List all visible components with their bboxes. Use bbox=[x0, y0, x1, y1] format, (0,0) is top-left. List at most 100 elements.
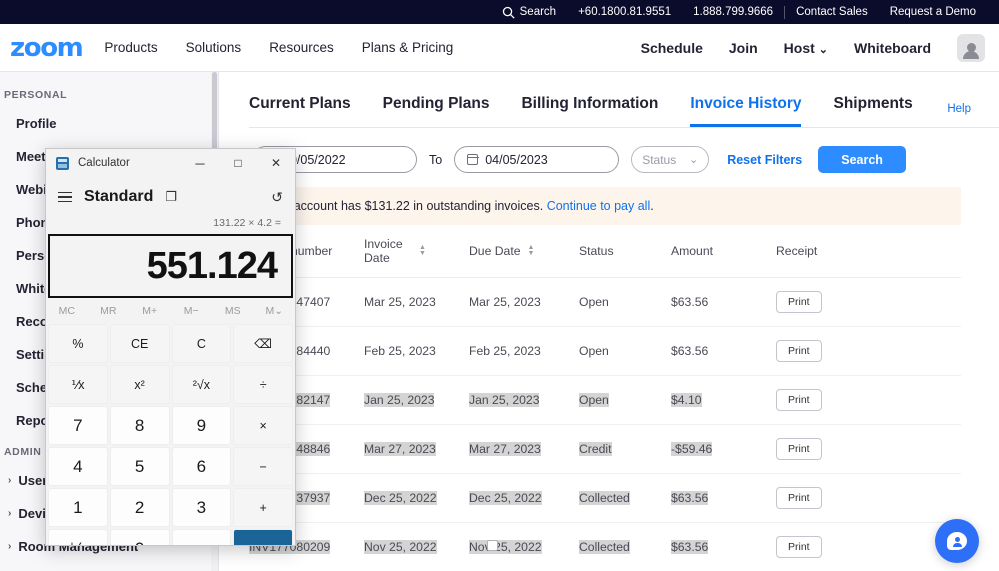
print-button[interactable]: Print bbox=[776, 487, 822, 509]
calculator-memory-m[interactable]: M⌄ bbox=[254, 305, 296, 317]
phone-us-link[interactable]: 1.888.799.9666 bbox=[682, 6, 784, 18]
nav-link-join[interactable]: Join bbox=[729, 40, 758, 56]
invoice-table-head: Invoice number Invoice Date ▲▼ Due Date … bbox=[249, 227, 961, 278]
tab-pending-plans[interactable]: Pending Plans bbox=[383, 95, 490, 127]
calculator-memory-m[interactable]: M− bbox=[171, 305, 213, 317]
tab-billing-information[interactable]: Billing Information bbox=[521, 95, 658, 127]
calculator-memory-mr[interactable]: MR bbox=[88, 305, 130, 317]
calculator-key-sym[interactable]: ⌫ bbox=[233, 324, 293, 363]
th-status: Status bbox=[579, 227, 671, 278]
sort-icon[interactable]: ▲▼ bbox=[528, 245, 535, 257]
chevron-right-icon: › bbox=[8, 508, 11, 519]
status-cell: Open bbox=[579, 327, 671, 376]
calculator-key-CE[interactable]: CE bbox=[110, 324, 170, 363]
print-button[interactable]: Print bbox=[776, 438, 822, 460]
amount-cell: $63.56 bbox=[671, 523, 776, 571]
table-row[interactable]: INV194948846Mar 27, 2023Mar 27, 2023Cred… bbox=[249, 425, 961, 474]
th-amount: Amount bbox=[671, 227, 776, 278]
row-checkbox[interactable] bbox=[487, 540, 498, 551]
table-row[interactable]: INV181337937Dec 25, 2022Dec 25, 2022Coll… bbox=[249, 474, 961, 523]
search-button[interactable]: Search bbox=[818, 146, 906, 173]
nav-link-plans-pricing[interactable]: Plans & Pricing bbox=[362, 40, 454, 55]
calculator-key-6[interactable]: 6 bbox=[172, 447, 232, 486]
th-invoice-date[interactable]: Invoice Date ▲▼ bbox=[364, 227, 469, 278]
avatar[interactable] bbox=[957, 34, 985, 62]
contact-sales-link[interactable]: Contact Sales bbox=[785, 6, 879, 18]
nav-link-whiteboard[interactable]: Whiteboard bbox=[854, 40, 931, 56]
calculator-key-sym[interactable]: × bbox=[233, 406, 293, 445]
nav-link-solutions[interactable]: Solutions bbox=[186, 40, 242, 55]
reset-filters-link[interactable]: Reset Filters bbox=[727, 153, 802, 167]
zoom-logo[interactable]: zoom bbox=[10, 33, 82, 63]
table-row[interactable]: INV194647407Mar 25, 2023Mar 25, 2023Open… bbox=[249, 278, 961, 327]
calculator-memory-ms[interactable]: MS bbox=[212, 305, 254, 317]
date-to-input[interactable]: 04/05/2023 bbox=[454, 146, 619, 173]
table-row[interactable]: INV185782147Jan 25, 2023Jan 25, 2023Open… bbox=[249, 376, 961, 425]
calculator-key-sym[interactable]: ⁺⁄₋ bbox=[48, 529, 108, 546]
calculator-key-0[interactable]: 0 bbox=[110, 529, 170, 546]
chat-support-button[interactable] bbox=[935, 519, 979, 563]
hamburger-menu-icon[interactable] bbox=[58, 192, 72, 203]
minimize-button[interactable]: ─ bbox=[181, 149, 219, 177]
tab-shipments[interactable]: Shipments bbox=[833, 95, 912, 127]
status-filter-dropdown[interactable]: Status ⌄ bbox=[631, 146, 709, 173]
calculator-expression: 131.22 × 4.2 = bbox=[46, 217, 295, 231]
chevron-down-icon: ⌄ bbox=[819, 44, 828, 56]
table-row[interactable]: INV190184440Feb 25, 2023Feb 25, 2023Open… bbox=[249, 327, 961, 376]
calculator-title-bar[interactable]: Calculator ─ □ ✕ bbox=[46, 149, 295, 177]
calculator-key-x[interactable]: x² bbox=[110, 365, 170, 404]
calculator-key-x[interactable]: ⅟x bbox=[48, 365, 108, 404]
help-link[interactable]: Help bbox=[947, 103, 971, 115]
due-date-cell: Jan 25, 2023 bbox=[469, 376, 579, 425]
calculator-key-4[interactable]: 4 bbox=[48, 447, 108, 486]
calculator-key-sym[interactable]: % bbox=[48, 324, 108, 363]
print-button[interactable]: Print bbox=[776, 291, 822, 313]
table-row[interactable]: INV177080209Nov 25, 2022Nov 25, 2022Coll… bbox=[249, 523, 961, 571]
calculator-key-sym[interactable]: − bbox=[233, 447, 293, 486]
calculator-key-2[interactable]: 2 bbox=[110, 488, 170, 527]
th-due-date[interactable]: Due Date ▲▼ bbox=[469, 227, 579, 278]
continue-to-pay-all-link[interactable]: Continue to pay all bbox=[547, 199, 651, 213]
nav-link-products[interactable]: Products bbox=[104, 40, 157, 55]
calculator-key-x[interactable]: ²√x bbox=[172, 365, 232, 404]
nav-link-resources[interactable]: Resources bbox=[269, 40, 334, 55]
nav-link-host[interactable]: Host⌄ bbox=[784, 40, 828, 56]
utility-bar: Search +60.1800.81.9551 1.888.799.9666 C… bbox=[0, 0, 999, 24]
calculator-key-5[interactable]: 5 bbox=[110, 447, 170, 486]
calculator-key-7[interactable]: 7 bbox=[48, 406, 108, 445]
calculator-key-1[interactable]: 1 bbox=[48, 488, 108, 527]
calculator-window[interactable]: Calculator ─ □ ✕ Standard ❐ ↺ 131.22 × 4… bbox=[45, 148, 296, 546]
calculator-key-sym[interactable]: = bbox=[233, 529, 293, 546]
amount-cell: $63.56 bbox=[671, 474, 776, 523]
keep-on-top-icon[interactable]: ❐ bbox=[165, 189, 177, 205]
calculator-key-9[interactable]: 9 bbox=[172, 406, 232, 445]
history-icon[interactable]: ↺ bbox=[271, 189, 283, 206]
amount-cell: $63.56 bbox=[671, 278, 776, 327]
sidebar-item-profile[interactable]: Profile bbox=[0, 107, 218, 140]
print-button[interactable]: Print bbox=[776, 536, 822, 558]
calculator-window-title: Calculator bbox=[78, 157, 130, 169]
calculator-key-sym[interactable]: . bbox=[172, 529, 232, 546]
nav-link-schedule[interactable]: Schedule bbox=[641, 40, 703, 56]
calculator-key-sym[interactable]: + bbox=[233, 488, 293, 527]
maximize-button[interactable]: □ bbox=[219, 149, 257, 177]
status-cell: Open bbox=[579, 278, 671, 327]
calculator-key-sym[interactable]: ÷ bbox=[233, 365, 293, 404]
calculator-key-8[interactable]: 8 bbox=[110, 406, 170, 445]
phone-intl-link[interactable]: +60.1800.81.9551 bbox=[567, 6, 682, 18]
sort-icon[interactable]: ▲▼ bbox=[419, 245, 426, 257]
tab-current-plans[interactable]: Current Plans bbox=[249, 95, 351, 127]
search-button[interactable]: Search bbox=[502, 6, 567, 19]
invoice-date-cell: Nov 25, 2022 bbox=[364, 523, 469, 571]
tab-invoice-history[interactable]: Invoice History bbox=[690, 95, 801, 127]
request-demo-link[interactable]: Request a Demo bbox=[879, 6, 987, 18]
calculator-key-3[interactable]: 3 bbox=[172, 488, 232, 527]
calculator-memory-m[interactable]: M+ bbox=[129, 305, 171, 317]
print-button[interactable]: Print bbox=[776, 389, 822, 411]
close-button[interactable]: ✕ bbox=[257, 149, 295, 177]
print-button[interactable]: Print bbox=[776, 340, 822, 362]
calculator-memory-mc[interactable]: MC bbox=[46, 305, 88, 317]
calculator-key-C[interactable]: C bbox=[172, 324, 232, 363]
notice-text: Your account has $131.22 in outstanding … bbox=[265, 199, 547, 213]
due-date-cell: Nov 25, 2022 bbox=[469, 523, 579, 571]
